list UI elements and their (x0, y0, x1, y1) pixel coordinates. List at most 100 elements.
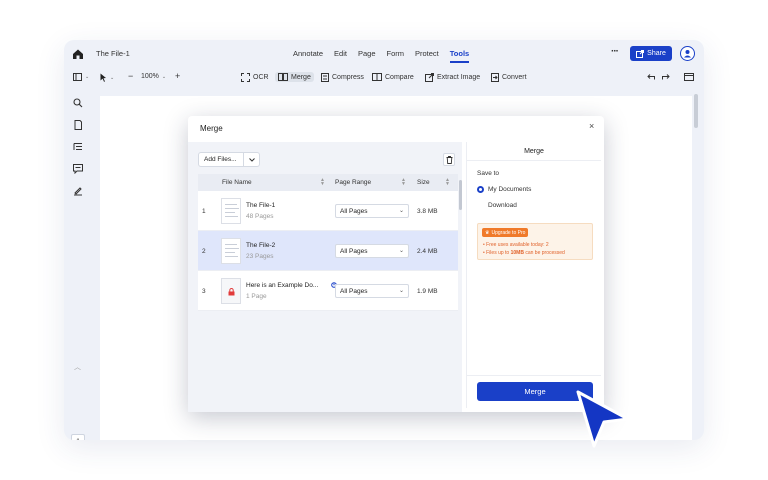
chevron-up-icon[interactable]: ︿ (74, 362, 81, 372)
toolbar: ⌄ ⌄ − 100% ⌄ + OCR Merge Compress Compar… (64, 68, 704, 88)
user-avatar[interactable] (680, 46, 695, 61)
my-documents-label[interactable]: My Documents (488, 186, 531, 193)
file-pages: 23 Pages (246, 253, 274, 260)
extract-image-icon (425, 73, 434, 82)
col-size[interactable]: Size (417, 179, 430, 186)
file-name: The File-2 (246, 242, 276, 249)
dialog-title: Merge (200, 124, 223, 133)
page-range-value: All Pages (340, 287, 368, 295)
close-icon[interactable]: × (589, 121, 594, 131)
compress-icon (321, 73, 329, 82)
sort-icon[interactable]: ▲ ▼ (320, 178, 325, 187)
home-icon[interactable] (72, 48, 84, 60)
file-pages: 48 Pages (246, 213, 274, 220)
sort-icon[interactable]: ▲ ▼ (445, 178, 450, 187)
promo-line2-bold: 10MB (510, 250, 524, 256)
file-pages: 1 Page (246, 293, 267, 300)
share-label: Share (647, 50, 666, 57)
file-list-pane: Add Files... File Name ▲ ▼ Page Range ▲ ▼ … (188, 142, 462, 412)
convert-icon (491, 73, 499, 82)
file-list-scrollbar[interactable] (459, 180, 462, 210)
pointer-cursor-icon (576, 390, 630, 448)
panel-title: Merge (524, 148, 544, 155)
radio-my-documents[interactable] (477, 186, 484, 193)
row-index: 1 (202, 208, 206, 215)
convert-button[interactable]: Convert (491, 73, 527, 82)
merge-options-pane: Merge Save to My Documents Download ♛ Up… (466, 142, 601, 408)
upgrade-promo: ♛ Upgrade to Pro • Free uses available t… (477, 223, 593, 260)
save-to-label: Save to (477, 170, 500, 177)
add-files-button[interactable]: Add Files... (198, 152, 260, 167)
page-range-select[interactable]: All Pages ⌄ (335, 204, 409, 218)
file-name: Here is an Example Do... (246, 282, 319, 289)
col-file-name[interactable]: File Name (222, 179, 252, 186)
top-bar: The File-1 Annotate Edit Page Form Prote… (64, 40, 704, 68)
delete-button[interactable] (443, 153, 455, 166)
file-name: The File-1 (246, 202, 276, 209)
promo-line-file-size: • Files up to 10MB can be processed (483, 250, 565, 256)
download-label[interactable]: Download (488, 202, 517, 209)
user-icon (684, 50, 691, 58)
file-size: 2.4 MB (417, 248, 438, 255)
promo-line2-prefix: Files up to (486, 250, 511, 256)
compare-button[interactable]: Compare (372, 73, 414, 81)
upgrade-badge[interactable]: ♛ Upgrade to Pro (482, 228, 529, 237)
chevron-down-icon: ⌄ (161, 73, 167, 80)
table-row[interactable]: 1 The File-1 48 Pages All Pages ⌄ 3.8 MB (198, 191, 458, 231)
page-range-select[interactable]: All Pages ⌄ (335, 244, 409, 258)
signature-icon[interactable] (73, 186, 83, 196)
promo-line-free-uses: • Free uses available today: 2 (483, 242, 549, 248)
table-row[interactable]: 3 Here is an Example Do... 1 Page All Pa… (198, 271, 458, 311)
redo-button[interactable] (662, 73, 670, 80)
page-range-select[interactable]: All Pages ⌄ (335, 284, 409, 298)
menu-protect[interactable]: Protect (415, 49, 439, 58)
convert-label: Convert (502, 74, 527, 81)
ocr-button[interactable]: OCR (241, 73, 269, 82)
zoom-in-button[interactable]: + (175, 71, 180, 81)
chevron-down-icon: ⌄ (85, 74, 90, 80)
promo-line2-suffix: can be processed (523, 250, 565, 256)
compare-label: Compare (385, 73, 414, 81)
file-size: 3.8 MB (417, 208, 438, 215)
main-menu: Annotate Edit Page Form Protect Tools (293, 49, 480, 63)
view-mode-button[interactable]: ⌄ (73, 73, 89, 81)
locked-file-thumbnail (221, 278, 241, 304)
compress-button[interactable]: Compress (321, 73, 364, 82)
search-icon[interactable] (73, 98, 83, 108)
extract-image-button[interactable]: Extract Image (425, 73, 480, 82)
chevron-down-icon: ⌄ (398, 288, 404, 294)
left-sidebar: ︿ 1 200 ﹀ (64, 92, 92, 440)
layout-toggle-button[interactable] (684, 73, 694, 81)
menu-form[interactable]: Form (387, 49, 405, 58)
undo-button[interactable] (647, 73, 655, 80)
compress-label: Compress (332, 74, 364, 81)
menu-edit[interactable]: Edit (334, 49, 347, 58)
zoom-value: 100% (141, 73, 159, 80)
share-button[interactable]: Share (630, 46, 672, 61)
row-index: 2 (202, 248, 206, 255)
merge-dialog: Merge × Add Files... File Name ▲ ▼ Page R… (188, 116, 604, 412)
radio-download[interactable] (477, 202, 484, 209)
table-header: File Name ▲ ▼ Page Range ▲ ▼ Size ▲ ▼ (198, 174, 458, 191)
zoom-out-button[interactable]: − (128, 71, 133, 81)
document-scrollbar[interactable] (694, 94, 698, 128)
outline-icon[interactable] (73, 142, 83, 152)
divider (467, 375, 601, 376)
chevron-down-icon[interactable] (243, 153, 260, 166)
sort-icon[interactable]: ▲ ▼ (401, 178, 406, 187)
merge-tool-button[interactable]: Merge (275, 72, 314, 82)
table-row[interactable]: 2 The File-2 23 Pages All Pages ⌄ 2.4 MB (198, 231, 458, 271)
current-page-input[interactable]: 1 (71, 434, 85, 440)
undo-icon (647, 74, 655, 80)
menu-tools[interactable]: Tools (449, 49, 470, 63)
merge-icon (278, 73, 288, 81)
menu-page[interactable]: Page (358, 49, 376, 58)
zoom-level[interactable]: 100% ⌄ (141, 73, 166, 80)
comment-icon[interactable] (73, 164, 83, 174)
select-tool-button[interactable]: ⌄ (100, 73, 114, 82)
bookmark-icon[interactable] (73, 120, 83, 130)
page-range-value: All Pages (340, 207, 368, 215)
more-options-button[interactable]: ··· (611, 46, 619, 57)
col-page-range[interactable]: Page Range (335, 179, 371, 186)
menu-annotate[interactable]: Annotate (293, 49, 323, 58)
